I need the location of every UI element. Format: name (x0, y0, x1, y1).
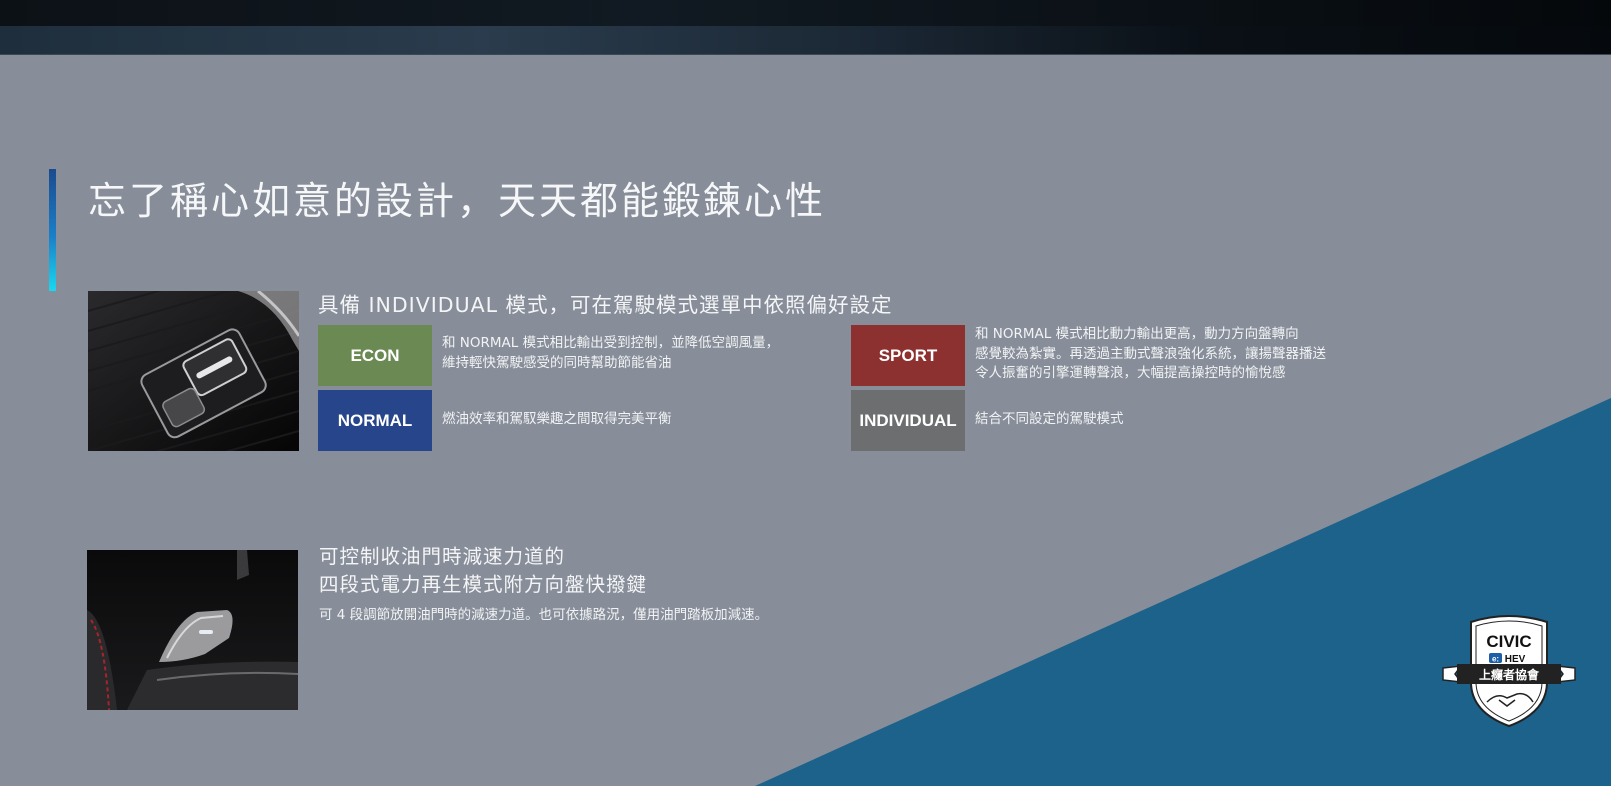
individual-mode-description: 結合不同設定的駕駛模式 (975, 410, 1124, 430)
paddle-shift-description: 可 4 段調節放開油門時的減速力道。也可依據路況，僅用油門踏板加減速。 (319, 607, 769, 623)
sport-mode-button[interactable]: SPORT (851, 325, 965, 386)
econ-description-line: 維持輕快駕駛感受的同時幫助節能省油 (442, 354, 672, 371)
sport-mode-description: 和 NORMAL 模式相比動力輸出更高，動力方向盤轉向 感覺較為紮實。再透過主動… (975, 325, 1326, 384)
paddle-heading-line: 可控制收油門時減速力道的 (319, 545, 566, 568)
paddle-heading-line: 四段式電力再生模式附方向盤快撥鍵 (319, 573, 648, 596)
paddle-shift-heading: 可控制收油門時減速力道的 四段式電力再生模式附方向盤快撥鍵 (319, 543, 647, 599)
sport-description-line: 和 NORMAL 模式相比動力輸出更高，動力方向盤轉向 (975, 326, 1299, 342)
sport-description-line: 令人振奮的引擎運轉聲浪，大幅提高操控時的愉悅感 (975, 365, 1286, 381)
badge-sub-prefix-text: e: (1492, 655, 1499, 664)
badge-ribbon-text: 上癮者協會 (1479, 667, 1540, 682)
normal-description-line: 燃油效率和駕馭樂趣之間取得完美平衡 (442, 411, 672, 427)
econ-mode-description: 和 NORMAL 模式相比輸出受到控制，並降低空調風量， 維持輕快駕駛感受的同時… (442, 334, 779, 373)
drive-modes-heading: 具備 INDIVIDUAL 模式，可在駕駛模式選單中依照偏好設定 (318, 293, 893, 317)
normal-mode-button[interactable]: NORMAL (318, 390, 432, 451)
econ-description-line: 和 NORMAL 模式相比輸出受到控制，並降低空調風量， (442, 335, 780, 351)
paddle-shifter-photo (87, 550, 298, 710)
page-title: 忘了稱心如意的設計，天天都能鍛鍊心性 (88, 179, 827, 223)
sport-description-line: 感覺較為紮實。再透過主動式聲浪強化系統，讓揚聲器播送 (975, 345, 1326, 362)
badge-brand-text: CIVIC (1486, 632, 1531, 651)
badge-sub-text: HEV (1505, 654, 1526, 665)
normal-mode-description: 燃油效率和駕馭樂趣之間取得完美平衡 (442, 410, 672, 430)
individual-description-line: 結合不同設定的駕駛模式 (975, 411, 1124, 427)
civic-ehev-club-badge: CIVIC e: HEV 上癮者協會 (1442, 615, 1576, 728)
title-accent-bar (49, 169, 56, 291)
econ-mode-button[interactable]: ECON (318, 325, 432, 386)
individual-mode-button[interactable]: INDIVIDUAL (851, 390, 965, 451)
drive-mode-switch-photo (88, 291, 299, 451)
